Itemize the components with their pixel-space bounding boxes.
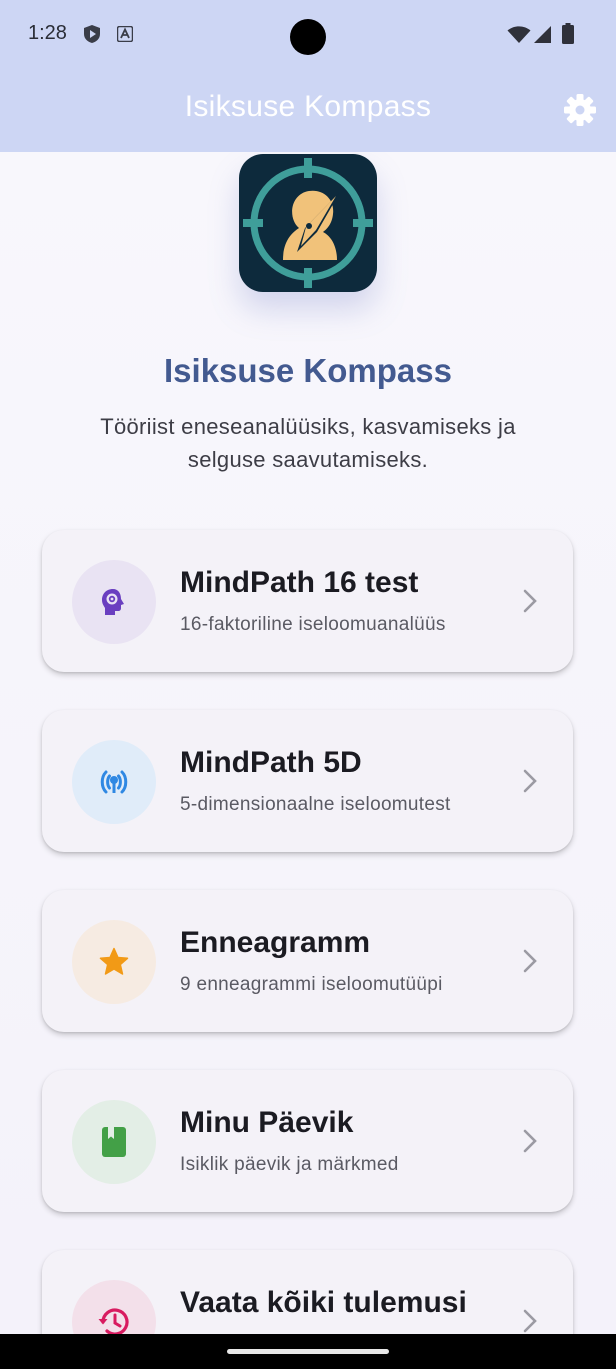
card-subtitle: 5-dimensionaalne iseloomutest	[180, 794, 451, 815]
app-logo	[239, 154, 377, 292]
card-icon-circle	[72, 560, 156, 644]
card-title: Minu Päevik	[180, 1106, 354, 1139]
hero-title: Isiksuse Kompass	[164, 352, 452, 389]
system-navigation-bar	[0, 1334, 616, 1369]
wifi-icon	[507, 26, 531, 49]
psychology-head-icon	[102, 589, 124, 615]
card-title: Enneagramm	[180, 926, 371, 959]
chevron-right-icon	[520, 588, 540, 619]
chevron-right-icon	[520, 768, 540, 799]
app-bar: Isiksuse Kompass	[0, 70, 616, 152]
card-subtitle: Isiklik päevik ja märkmed	[180, 1154, 399, 1175]
home-gesture-pill[interactable]	[227, 1349, 389, 1354]
card-title: MindPath 5D	[180, 746, 362, 779]
card-subtitle: 16-faktoriline iseloomuanalüüs	[180, 614, 446, 635]
cell-signal-icon	[533, 25, 552, 49]
status-bar: 1:28	[0, 0, 616, 70]
shield-icon	[83, 24, 101, 49]
home-content[interactable]: Isiksuse Kompass Tööriist eneseanalüüsik…	[0, 152, 616, 1334]
card-icon-circle	[72, 1280, 156, 1334]
card-mindpath-5d[interactable]: MindPath 5D 5-dimensionaalne iseloomutes…	[42, 710, 573, 852]
chevron-right-icon	[520, 1128, 540, 1159]
hero-subtitle: Tööriist eneseanalüüsiks, kasvamiseks ja…	[100, 414, 516, 472]
card-icon-circle	[72, 1100, 156, 1184]
font-a-icon	[116, 25, 134, 47]
gear-icon[interactable]	[563, 93, 597, 127]
status-time: 1:28	[28, 22, 67, 44]
card-mindpath-16[interactable]: MindPath 16 test 16-faktoriline iseloomu…	[42, 530, 573, 672]
card-minu-paevik[interactable]: Minu Päevik Isiklik päevik ja märkmed	[42, 1070, 573, 1212]
card-title: MindPath 16 test	[180, 566, 419, 599]
broadcast-signal-icon	[100, 770, 128, 794]
camera-cutout	[290, 19, 326, 55]
star-icon	[99, 947, 129, 975]
card-icon-circle	[72, 920, 156, 1004]
card-enneagramm[interactable]: Enneagramm 9 enneagrammi iseloomutüüpi	[42, 890, 573, 1032]
card-title: Vaata kõiki tulemusi	[180, 1286, 467, 1319]
app-bar-title: Isiksuse Kompass	[184, 90, 432, 123]
history-icon	[98, 1308, 129, 1334]
card-icon-circle	[72, 740, 156, 824]
card-vaata-tulemusi[interactable]: Vaata kõiki tulemusi	[42, 1250, 573, 1334]
card-subtitle: 9 enneagrammi iseloomutüüpi	[180, 974, 443, 995]
chevron-right-icon	[520, 1308, 540, 1334]
chevron-right-icon	[520, 948, 540, 979]
book-icon	[102, 1127, 126, 1157]
battery-icon	[562, 23, 574, 49]
